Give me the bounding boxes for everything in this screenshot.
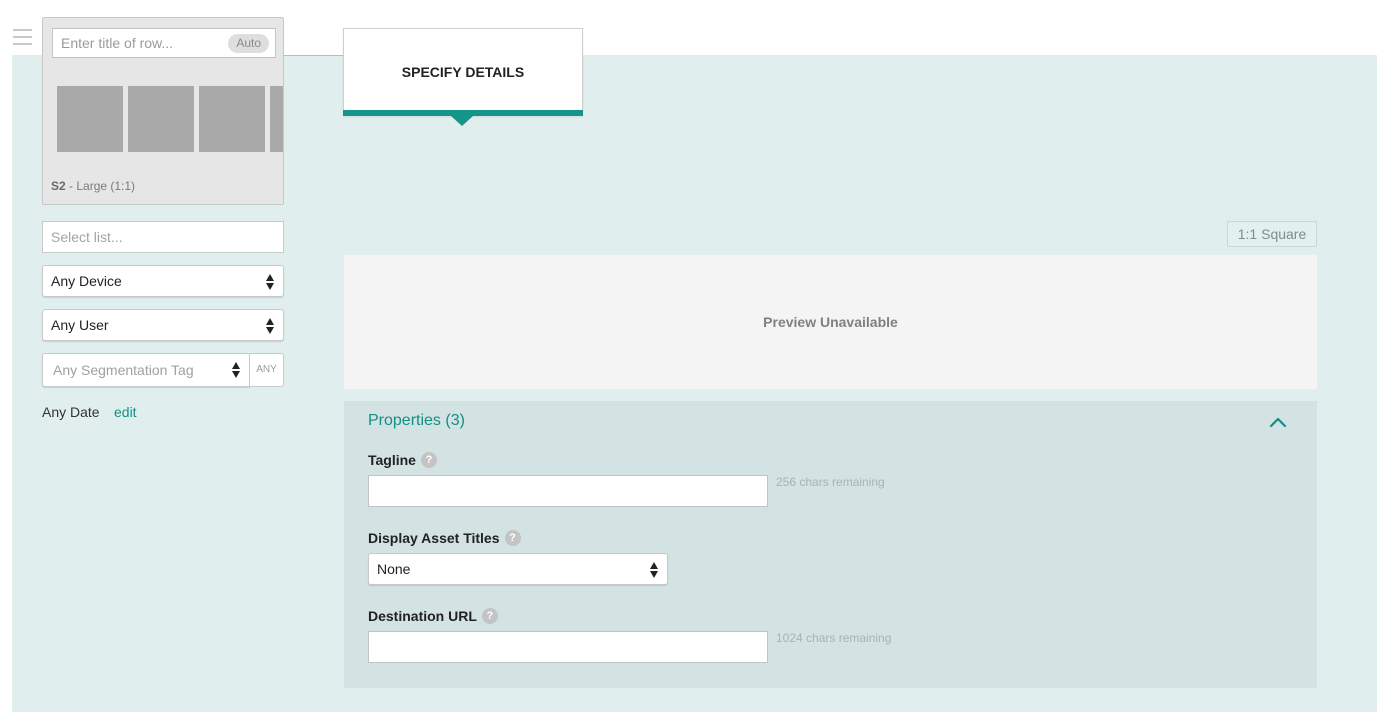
destination-url-label: Destination URL? <box>368 608 498 625</box>
thumbnail <box>57 86 123 152</box>
select-arrows-icon <box>232 362 241 378</box>
display-asset-titles-label-text: Display Asset Titles <box>368 530 500 546</box>
destination-url-label-text: Destination URL <box>368 608 477 624</box>
tagline-chars-remaining: 256 chars remaining <box>776 475 885 489</box>
segmentation-tag-select[interactable]: Any Segmentation Tag <box>42 353 250 387</box>
display-asset-titles-value: None <box>377 561 411 577</box>
row-size-label: S2 - Large (1:1) <box>51 179 135 193</box>
segmentation-tag-value: Any Segmentation Tag <box>53 362 194 378</box>
row-card[interactable]: Auto S2 - Large (1:1) <box>42 17 284 205</box>
thumbnail <box>128 86 194 152</box>
display-asset-titles-select[interactable]: None <box>368 553 668 585</box>
tab-connector-line <box>283 55 345 56</box>
help-icon[interactable]: ? <box>420 452 437 469</box>
tab-label: SPECIFY DETAILS <box>401 64 525 80</box>
destination-url-input[interactable] <box>369 632 767 662</box>
tagline-label: Tagline? <box>368 452 437 469</box>
auto-pill[interactable]: Auto <box>228 34 269 53</box>
any-toggle-button[interactable]: ANY <box>249 353 284 387</box>
destination-url-field <box>368 631 768 663</box>
select-list-input[interactable] <box>43 222 283 252</box>
destination-url-chars-remaining: 1024 chars remaining <box>776 631 892 645</box>
help-icon[interactable]: ? <box>481 608 498 625</box>
user-select[interactable]: Any User <box>42 309 284 341</box>
hamburger-menu-icon[interactable] <box>13 29 32 45</box>
row-title-field: Auto <box>52 28 276 58</box>
device-select-value: Any Device <box>51 273 122 289</box>
thumbnail-strip <box>57 86 283 152</box>
tagline-field <box>368 475 768 507</box>
user-select-value: Any User <box>51 317 109 333</box>
select-list-field <box>42 221 284 253</box>
display-asset-titles-label: Display Asset Titles? <box>368 530 521 547</box>
preview-area: Preview Unavailable <box>344 255 1317 389</box>
tab-caret-icon <box>451 116 473 126</box>
select-arrows-icon <box>650 562 659 578</box>
device-select[interactable]: Any Device <box>42 265 284 297</box>
select-arrows-icon <box>266 274 275 290</box>
help-icon[interactable]: ? <box>504 530 521 547</box>
row-title-input[interactable] <box>53 29 213 57</box>
date-edit-link[interactable]: edit <box>114 404 137 420</box>
tagline-label-text: Tagline <box>368 452 416 468</box>
tab-specify-details[interactable]: SPECIFY DETAILS <box>343 28 583 116</box>
select-arrows-icon <box>266 318 275 334</box>
row-size-text: - Large (1:1) <box>65 179 136 193</box>
properties-title[interactable]: Properties (3) <box>368 412 465 430</box>
date-filter-label: Any Date <box>42 404 100 420</box>
chevron-up-icon[interactable] <box>1269 416 1287 428</box>
properties-panel: Properties (3) Tagline? 256 chars remain… <box>344 401 1317 688</box>
tagline-input[interactable] <box>369 476 767 506</box>
thumbnail <box>270 86 283 152</box>
aspect-ratio-badge: 1:1 Square <box>1227 221 1317 247</box>
row-size-code: S2 <box>51 179 66 193</box>
thumbnail <box>199 86 265 152</box>
preview-unavailable-text: Preview Unavailable <box>763 314 898 330</box>
